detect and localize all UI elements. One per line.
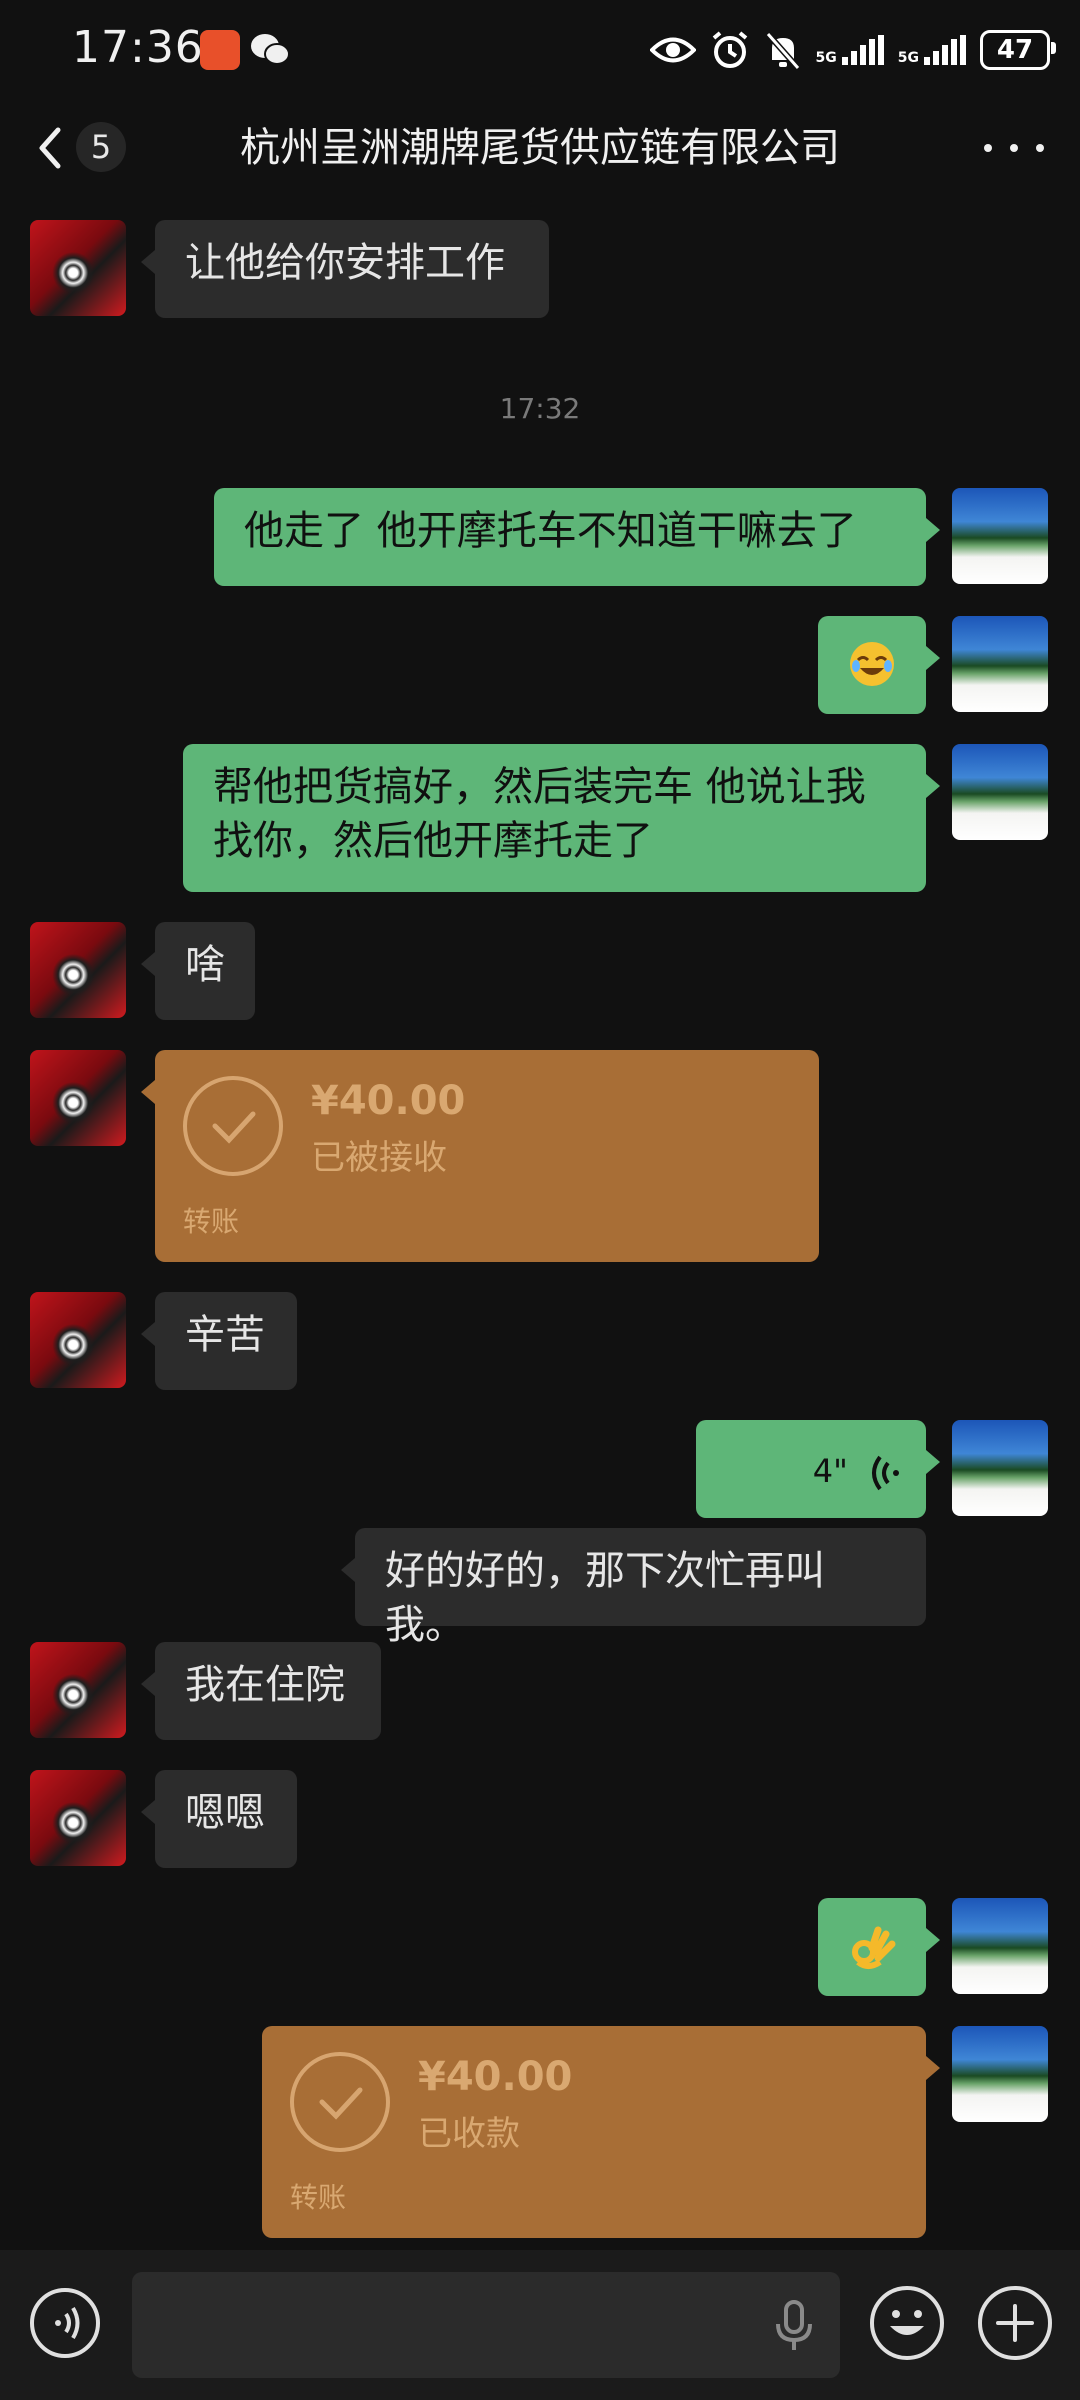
transcript-text: 好的好的，那下次忙再叫我。 bbox=[385, 1548, 825, 1648]
message-text: 让他给你安排工作 bbox=[185, 240, 505, 286]
transfer-card[interactable]: ¥40.00 已被接收 转账 bbox=[141, 1050, 819, 1262]
transfer-amount: ¥40.00 bbox=[311, 1078, 466, 1124]
wechat-notification-icon bbox=[250, 32, 290, 68]
status-time: 17:36 bbox=[72, 22, 204, 73]
voice-message[interactable]: 4" bbox=[696, 1420, 940, 1518]
contact-avatar[interactable] bbox=[30, 1292, 126, 1388]
message-text-line-2: 找你，然后他开摩托走了 bbox=[213, 818, 653, 864]
smile-icon bbox=[890, 2310, 924, 2335]
emoji-message[interactable] bbox=[818, 1898, 940, 1996]
my-avatar[interactable] bbox=[952, 616, 1048, 712]
message-text: 我在住院 bbox=[185, 1662, 345, 1708]
more-functions-button[interactable] bbox=[978, 2286, 1052, 2360]
transfer-amount: ¥40.00 bbox=[418, 2054, 573, 2100]
message-text: 辛苦 bbox=[185, 1312, 265, 1358]
message-bubble[interactable]: 辛苦 bbox=[141, 1292, 297, 1390]
app-notification-icon bbox=[200, 30, 240, 70]
my-avatar[interactable] bbox=[952, 2026, 1048, 2122]
message-bubble[interactable]: 他走了 他开摩托车不知道干嘛去了 bbox=[214, 488, 940, 586]
microphone-icon[interactable] bbox=[774, 2298, 814, 2354]
battery-level: 47 bbox=[996, 35, 1034, 65]
transfer-status: 已收款 bbox=[418, 2114, 520, 2154]
check-circle-icon bbox=[183, 1076, 283, 1176]
message-input[interactable] bbox=[132, 2272, 840, 2378]
emoji-button[interactable] bbox=[870, 2286, 944, 2360]
my-avatar[interactable] bbox=[952, 488, 1048, 584]
contact-avatar[interactable] bbox=[30, 922, 126, 1018]
my-avatar[interactable] bbox=[952, 744, 1048, 840]
my-avatar[interactable] bbox=[952, 1420, 1048, 1516]
message-bubble[interactable]: 嗯嗯 bbox=[141, 1770, 297, 1868]
back-icon[interactable] bbox=[30, 118, 70, 178]
plus-icon bbox=[996, 2304, 1034, 2342]
signal-1: 5G bbox=[816, 35, 884, 65]
emoji-message[interactable] bbox=[818, 616, 940, 714]
my-avatar[interactable] bbox=[952, 1898, 1048, 1994]
ok-hand-emoji-icon bbox=[852, 1926, 896, 1969]
message-text: 嗯嗯 bbox=[185, 1790, 265, 1836]
transfer-card[interactable]: ¥40.00 已收款 转账 bbox=[262, 2026, 940, 2238]
contact-avatar[interactable] bbox=[30, 220, 126, 316]
message-bubble[interactable]: 我在住院 bbox=[141, 1642, 381, 1740]
check-circle-icon bbox=[290, 2052, 390, 2152]
unread-count-badge[interactable]: 5 bbox=[76, 122, 126, 172]
chat-title: 杭州呈洲潮牌尾货供应链有限公司 bbox=[240, 125, 840, 171]
alarm-icon bbox=[712, 31, 747, 68]
message-text: 啥 bbox=[185, 942, 225, 988]
contact-avatar[interactable] bbox=[30, 1642, 126, 1738]
contact-avatar[interactable] bbox=[30, 1770, 126, 1866]
battery-icon: 47 bbox=[980, 30, 1056, 70]
transfer-status: 已被接收 bbox=[311, 1138, 447, 1178]
message-text-line-1: 帮他把货搞好，然后装完车 他说让我 bbox=[213, 764, 866, 810]
message-timestamp: 17:32 bbox=[499, 392, 581, 425]
more-options-icon[interactable] bbox=[984, 126, 1044, 170]
laughing-emoji-icon bbox=[850, 642, 894, 686]
voice-wave-icon bbox=[872, 1455, 899, 1491]
message-bubble[interactable]: 啥 bbox=[141, 922, 255, 1020]
eye-icon bbox=[649, 37, 696, 63]
contact-avatar[interactable] bbox=[30, 1050, 126, 1146]
mute-bell-icon bbox=[765, 32, 800, 70]
message-bubble[interactable]: 让他给你安排工作 bbox=[141, 220, 549, 318]
voice-icon bbox=[55, 2306, 80, 2340]
transfer-label: 转账 bbox=[290, 2181, 347, 2214]
status-icons: 5G 5G 47 bbox=[649, 28, 1056, 72]
voice-transcript[interactable]: 好的好的，那下次忙再叫我。 bbox=[341, 1528, 926, 1648]
message-bubble[interactable]: 帮他把货搞好，然后装完车 他说让我 找你，然后他开摩托走了 bbox=[183, 744, 940, 892]
signal-2: 5G bbox=[898, 35, 966, 65]
voice-input-button[interactable] bbox=[30, 2288, 100, 2358]
transfer-label: 转账 bbox=[183, 1205, 240, 1238]
message-text: 他走了 他开摩托车不知道干嘛去了 bbox=[244, 508, 857, 554]
voice-duration: 4" bbox=[812, 1452, 848, 1490]
